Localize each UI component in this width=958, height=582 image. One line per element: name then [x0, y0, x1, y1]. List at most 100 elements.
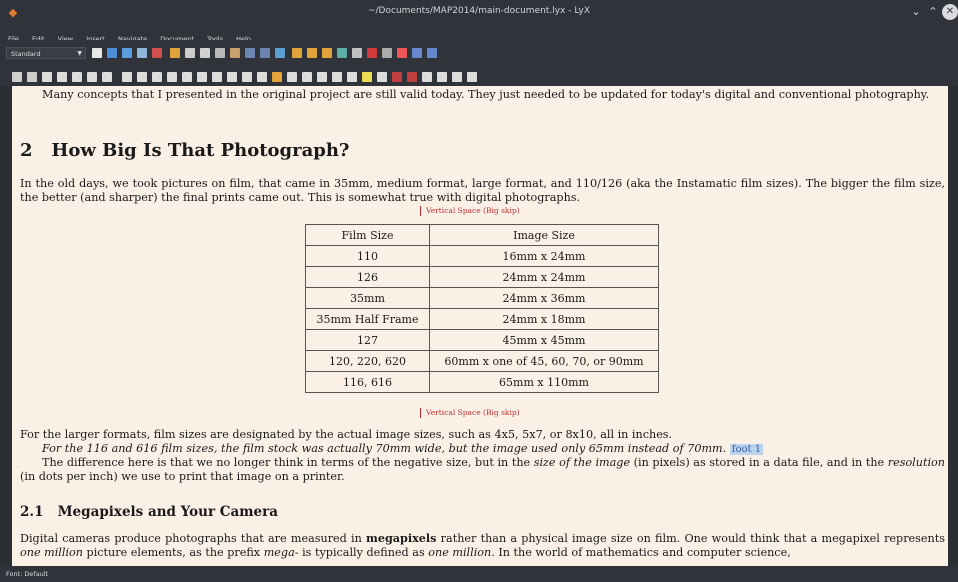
valign-top-icon[interactable] — [197, 72, 207, 82]
align-right-icon[interactable] — [182, 72, 192, 82]
tracking-icon[interactable] — [392, 72, 402, 82]
print-icon[interactable] — [152, 48, 162, 58]
borders-icon[interactable] — [242, 72, 252, 82]
label-icon[interactable] — [272, 72, 282, 82]
index-icon[interactable] — [347, 72, 357, 82]
free-font-icon[interactable] — [322, 48, 332, 58]
valign-middle-icon[interactable] — [212, 72, 222, 82]
description-icon[interactable] — [102, 72, 112, 82]
undo-icon[interactable] — [170, 48, 180, 58]
cut-icon[interactable] — [200, 48, 210, 58]
table-cell: 35mm Half Frame — [305, 308, 430, 330]
save-icon[interactable] — [122, 48, 132, 58]
chevron-down-icon: ▼ — [77, 50, 82, 57]
layout-combo[interactable]: Standard ▼ — [6, 47, 86, 59]
enum-list-icon[interactable] — [57, 72, 67, 82]
toc-icon[interactable] — [427, 48, 437, 58]
film-size-table[interactable]: Film Size Image Size 110 16mm x 24mm 126 2… — [305, 224, 659, 393]
update-pdf-icon[interactable] — [412, 48, 422, 58]
paste-icon[interactable] — [230, 48, 240, 58]
bookmark-icon[interactable] — [362, 72, 372, 82]
subsection-heading: 2.1 Megapixels and Your Camera — [20, 504, 278, 520]
find-icon[interactable] — [245, 48, 255, 58]
noun-icon[interactable] — [307, 48, 317, 58]
table-cell: 126 — [305, 266, 430, 288]
subsection-title: Megapixels and Your Camera — [57, 504, 278, 520]
table-insert-icon[interactable] — [382, 48, 392, 58]
subsection-number: 2.1 — [20, 504, 44, 520]
footnote-icon[interactable] — [302, 72, 312, 82]
note-icon[interactable] — [332, 72, 342, 82]
thesaurus-icon[interactable] — [452, 72, 462, 82]
para-megapixels-em2: mega- — [263, 546, 299, 559]
para-old-days-line-1: In the old days, we took pictures on fil… — [20, 177, 868, 190]
quote-icon[interactable] — [12, 72, 22, 82]
align-left-icon[interactable] — [152, 72, 162, 82]
menu-bar: File Edit View Insert Navigate Document … — [0, 26, 958, 43]
redo-icon[interactable] — [185, 48, 195, 58]
para-difference-c: the — [865, 456, 888, 469]
maximize-icon[interactable]: ⌃ — [925, 4, 941, 20]
depth-increase-icon[interactable] — [87, 72, 97, 82]
multicolumn-icon[interactable] — [257, 72, 267, 82]
new-document-icon[interactable] — [92, 48, 102, 58]
table-row-icon[interactable] — [122, 72, 132, 82]
document-editor[interactable]: Many concepts that I presented in the or… — [12, 86, 958, 566]
minimize-icon[interactable]: ⌄ — [908, 4, 924, 20]
insert-graphics-icon[interactable] — [352, 48, 362, 58]
link-icon[interactable] — [422, 72, 432, 82]
para-megapixels-em3: one million — [428, 546, 492, 559]
box-icon[interactable] — [377, 72, 387, 82]
para-megapixels-bold: megapixels — [366, 531, 437, 545]
para-116-616-text: For the 116 and 616 film sizes, the film… — [42, 442, 727, 455]
align-center-icon[interactable] — [167, 72, 177, 82]
table-header-film-size: Film Size — [305, 224, 430, 246]
para-megapixels-f: is typically defined as — [298, 546, 429, 559]
emphasis-icon[interactable] — [292, 48, 302, 58]
table-cell: 120, 220, 620 — [305, 350, 430, 372]
cross-ref-icon[interactable] — [287, 72, 297, 82]
layout-combo-value: Standard — [11, 50, 41, 58]
refresh-icon[interactable] — [27, 72, 37, 82]
view-pdf-icon[interactable] — [397, 48, 407, 58]
close-icon[interactable]: ✕ — [942, 4, 958, 20]
table-cell: 24mm x 36mm — [429, 287, 659, 309]
save-all-icon[interactable] — [137, 48, 147, 58]
table-cell: 24mm x 18mm — [429, 308, 659, 330]
depth-decrease-icon[interactable] — [72, 72, 82, 82]
window-title: ~/Documents/MAP2014/main-document.lyx - … — [367, 6, 590, 16]
para-megapixels-em1: one million — [20, 546, 83, 559]
table-row: 120, 220, 620 60mm x one of 45, 60, 70, o… — [305, 350, 659, 372]
para-difference-d: (in dots per inch) we use to print that … — [20, 470, 345, 483]
spellcheck-icon[interactable] — [437, 72, 447, 82]
table-icon[interactable] — [367, 48, 377, 58]
intro-line-1: Many concepts that I presented in the or… — [42, 88, 852, 101]
table-cell: 35mm — [305, 287, 430, 309]
footnote-inset[interactable]: foot 1 — [729, 444, 764, 455]
copy-icon[interactable] — [215, 48, 225, 58]
status-text: Font: Default — [6, 570, 49, 578]
para-megapixels-g: . In the world of mathematics and comput… — [491, 546, 791, 559]
fullscreen-icon[interactable] — [467, 72, 477, 82]
find-replace-icon[interactable] — [260, 48, 270, 58]
math-icon[interactable] — [337, 48, 347, 58]
back-icon[interactable] — [275, 48, 285, 58]
list-icon[interactable] — [42, 72, 52, 82]
open-document-icon[interactable] — [107, 48, 117, 58]
table-row: 116, 616 65mm x 110mm — [305, 371, 659, 393]
table-col-icon[interactable] — [137, 72, 147, 82]
para-old-days: In the old days, we took pictures on fil… — [20, 177, 945, 205]
vertical-scrollbar[interactable] — [948, 86, 958, 566]
vspace-bottom[interactable]: Vertical Space (Big skip) — [420, 408, 520, 418]
para-megapixels-d: represents — [884, 532, 945, 545]
valign-bottom-icon[interactable] — [227, 72, 237, 82]
margin-note-icon[interactable] — [317, 72, 327, 82]
toolbar-main: Standard ▼ — [0, 40, 958, 66]
intro-line-2: photography. — [854, 88, 930, 101]
toolbar-secondary — [0, 66, 958, 86]
para-megapixels-c: rather than a physical image size on fil… — [436, 532, 880, 545]
para-difference-em2: resolution — [887, 456, 945, 469]
vspace-top[interactable]: Vertical Space (Big skip) — [420, 206, 520, 216]
accept-change-icon[interactable] — [407, 72, 417, 82]
section-number: 2 — [20, 140, 33, 161]
